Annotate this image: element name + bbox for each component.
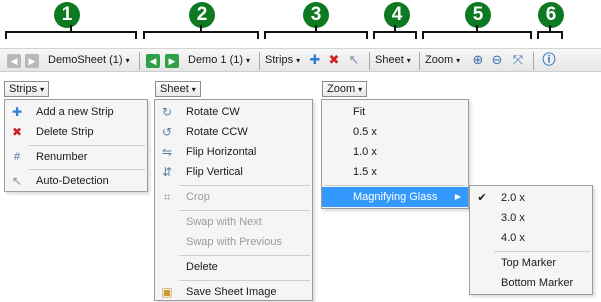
- auto-detect-icon: ↖: [11, 174, 23, 188]
- menu-separator: [179, 185, 310, 186]
- toolbar-separator: [139, 52, 140, 70]
- menu-item-swap-next[interactable]: Swap with Next: [155, 212, 312, 232]
- menu-item-rotate-cw[interactable]: ↻ Rotate CW: [155, 102, 312, 122]
- toolbar-separator: [259, 52, 260, 70]
- menu-item-zoom-1-5[interactable]: 1.5 x: [322, 162, 468, 182]
- menu-item-delete[interactable]: Delete: [155, 257, 312, 277]
- menu-separator: [179, 210, 310, 211]
- add-icon: ✚: [11, 105, 23, 119]
- bracket-1: [5, 25, 137, 39]
- callout-5: 5: [465, 2, 491, 28]
- zoom-fit-icon[interactable]: ⤧: [510, 52, 526, 68]
- menu-separator: [494, 251, 590, 252]
- magnifier-submenu: ✔ 2.0 x 3.0 x 4.0 x Top Marker Bottom Ma…: [469, 185, 593, 295]
- bracket-6: [537, 25, 563, 39]
- bracket-2: [143, 25, 259, 39]
- menu-item-magnifier-3-0[interactable]: 3.0 x: [470, 208, 592, 228]
- crop-icon: ⌗: [163, 190, 171, 204]
- menu-item-top-marker[interactable]: Top Marker: [470, 253, 592, 273]
- zoom-out-icon[interactable]: ⊖: [489, 52, 505, 68]
- callout-6: 6: [538, 2, 564, 28]
- menu-separator: [29, 145, 145, 146]
- menu-item-zoom-1-0[interactable]: 1.0 x: [322, 142, 468, 162]
- menu-separator: [324, 185, 466, 186]
- flip-horizontal-icon: ⇋: [161, 145, 173, 159]
- menu-item-save-sheet-image[interactable]: ▣ Save Sheet Image: [155, 282, 312, 302]
- save-image-icon: ▣: [161, 285, 173, 299]
- menu-item-rotate-ccw[interactable]: ↺ Rotate CCW: [155, 122, 312, 142]
- toolbar-separator: [419, 52, 420, 70]
- delete-strip-icon[interactable]: ✖: [326, 52, 342, 68]
- strips-dropdown[interactable]: Strips ▾: [265, 52, 300, 69]
- menu-separator: [179, 255, 310, 256]
- info-icon[interactable]: ⓘ: [541, 52, 557, 68]
- callout-4: 4: [384, 2, 410, 28]
- sheet-dropdown[interactable]: Sheet ▾: [375, 52, 411, 69]
- rotate-cw-icon: ↻: [161, 105, 173, 119]
- zoom-in-icon[interactable]: ⊕: [470, 52, 486, 68]
- add-strip-icon[interactable]: ✚: [307, 52, 323, 68]
- menu-item-add-strip[interactable]: ✚ Add a new Strip: [5, 102, 147, 122]
- menu-item-flip-vertical[interactable]: ⇵ Flip Vertical: [155, 162, 312, 182]
- zoom-dropdown[interactable]: Zoom ▾: [425, 52, 460, 69]
- menu-item-fit[interactable]: Fit: [322, 102, 468, 122]
- menu-item-magnifier-4-0[interactable]: 4.0 x: [470, 228, 592, 248]
- next-sheet-icon[interactable]: ▶: [25, 54, 39, 68]
- menu-item-magnifying-glass[interactable]: Magnifying Glass ▶: [322, 187, 468, 207]
- renumber-icon: #: [13, 151, 21, 163]
- strips-menu-button[interactable]: Strips ▾: [4, 81, 50, 97]
- menu-item-magnifier-2-0[interactable]: ✔ 2.0 x: [470, 188, 592, 208]
- submenu-arrow-icon: ▶: [454, 192, 461, 201]
- delete-icon: ✖: [11, 125, 23, 139]
- toolbar: ◀ ▶ DemoSheet (1) ▾ ◀ ▶ Demo 1 (1) ▾ Strip…: [0, 48, 601, 72]
- menu-separator: [29, 169, 145, 170]
- menu-separator: [179, 280, 310, 281]
- toolbar-separator: [533, 52, 534, 70]
- sheet-menu: ↻ Rotate CW ↺ Rotate CCW ⇋ Flip Horizont…: [154, 99, 313, 301]
- next-demo-icon[interactable]: ▶: [165, 54, 179, 68]
- zoom-menu-button[interactable]: Zoom ▾: [322, 81, 368, 97]
- bracket-3: [264, 25, 368, 39]
- menu-item-flip-horizontal[interactable]: ⇋ Flip Horizontal: [155, 142, 312, 162]
- toolbar-separator: [369, 52, 370, 70]
- menu-item-crop[interactable]: ⌗ Crop: [155, 187, 312, 207]
- menu-item-bottom-marker[interactable]: Bottom Marker: [470, 273, 592, 293]
- sheet-selector[interactable]: DemoSheet (1) ▾: [48, 52, 130, 69]
- menu-item-swap-previous[interactable]: Swap with Previous: [155, 232, 312, 252]
- flip-vertical-icon: ⇵: [161, 165, 173, 179]
- callout-2: 2: [189, 2, 215, 28]
- auto-detect-icon[interactable]: ↖: [346, 52, 362, 68]
- checkmark-icon: ✔: [477, 192, 487, 204]
- menu-item-auto-detection[interactable]: ↖ Auto-Detection: [5, 171, 147, 191]
- zoom-menu: Fit 0.5 x 1.0 x 1.5 x Magnifying Glass ▶: [321, 99, 469, 209]
- bracket-5: [422, 25, 532, 39]
- bracket-4: [373, 25, 417, 39]
- prev-sheet-icon[interactable]: ◀: [7, 54, 21, 68]
- menu-item-zoom-0-5[interactable]: 0.5 x: [322, 122, 468, 142]
- menu-item-delete-strip[interactable]: ✖ Delete Strip: [5, 122, 147, 142]
- sheet-menu-button[interactable]: Sheet ▾: [155, 81, 201, 97]
- callout-1: 1: [54, 2, 80, 28]
- menu-item-renumber[interactable]: # Renumber: [5, 147, 147, 167]
- demo-selector[interactable]: Demo 1 (1) ▾: [188, 52, 250, 69]
- strips-menu: ✚ Add a new Strip ✖ Delete Strip # Renum…: [4, 99, 148, 192]
- rotate-ccw-icon: ↺: [161, 125, 173, 139]
- prev-demo-icon[interactable]: ◀: [146, 54, 160, 68]
